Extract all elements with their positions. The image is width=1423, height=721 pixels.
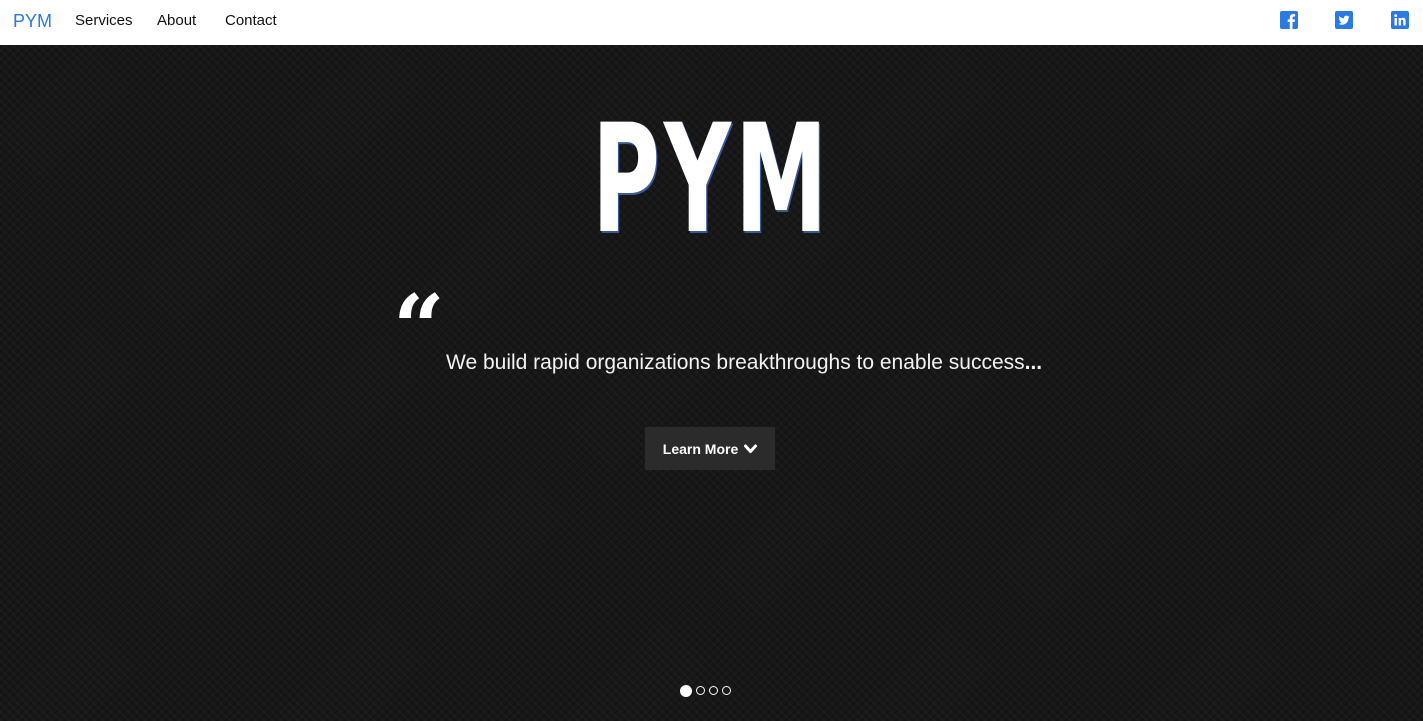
carousel-dot-2[interactable] (696, 686, 705, 695)
nav-link-contact[interactable]: Contact (225, 12, 277, 29)
nav-link-about[interactable]: About (157, 12, 196, 29)
hero-section: PYM “ We build rapid organizations break… (0, 45, 1423, 721)
hero-tagline-ellipsis: ... (1024, 351, 1043, 374)
twitter-icon[interactable] (1335, 11, 1353, 29)
hero-title: PYM (591, 93, 832, 267)
nav-link-services[interactable]: Services (75, 12, 133, 29)
carousel-indicators (680, 685, 731, 697)
linkedin-icon[interactable] (1391, 11, 1409, 29)
hero-tagline: We build rapid organizations breakthroug… (446, 351, 1042, 375)
top-navbar: PYM Services About Contact (0, 0, 1423, 45)
facebook-icon[interactable] (1280, 11, 1298, 29)
learn-more-label: Learn More (662, 440, 739, 457)
learn-more-button[interactable]: Learn More (645, 427, 775, 470)
hero-tagline-text: We build rapid organizations breakthroug… (446, 351, 1025, 374)
brand-logo[interactable]: PYM (13, 11, 52, 32)
carousel-dot-1[interactable] (680, 685, 692, 697)
quote-mark: “ (393, 275, 445, 381)
carousel-dot-4[interactable] (722, 686, 731, 695)
carousel-dot-3[interactable] (709, 686, 718, 695)
chevron-down-icon (744, 441, 758, 457)
